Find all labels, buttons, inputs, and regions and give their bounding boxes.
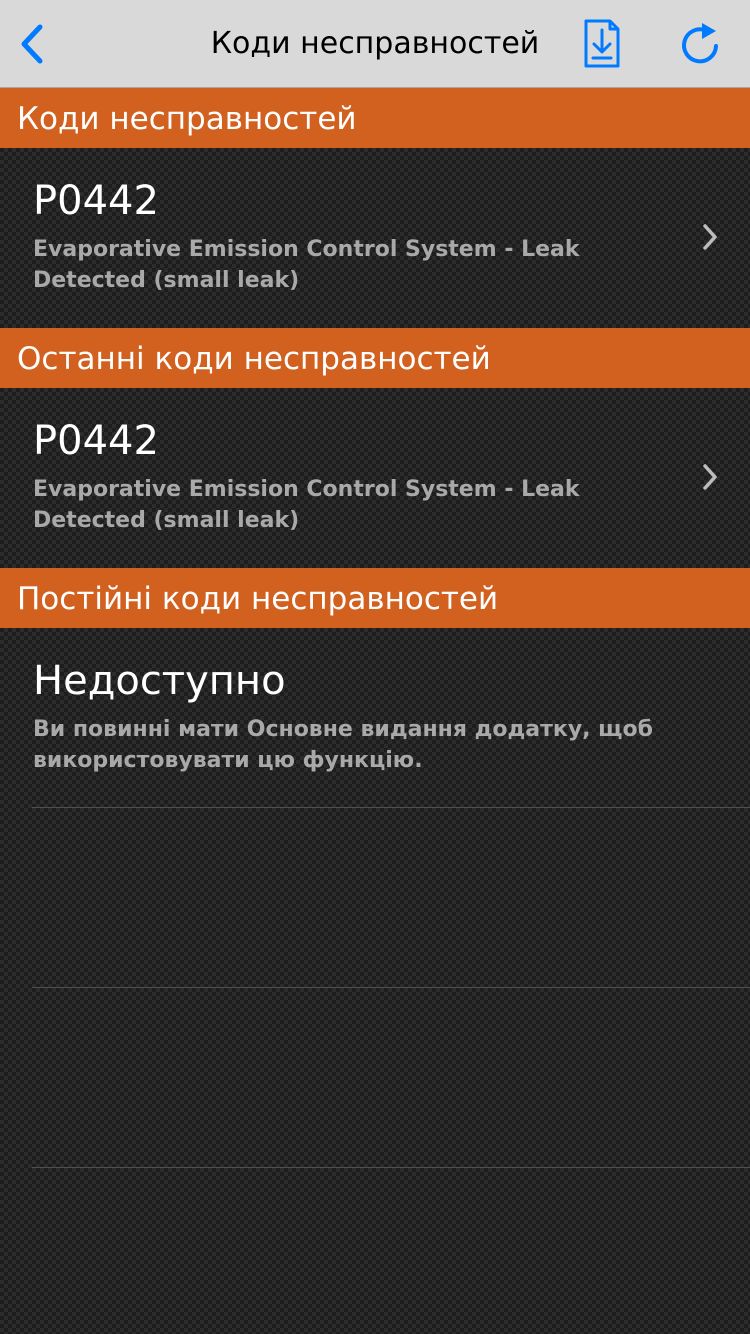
chevron-left-icon <box>21 24 43 64</box>
row-separator <box>32 807 750 808</box>
refresh-button[interactable] <box>676 20 724 68</box>
code-title: P0442 <box>33 418 159 464</box>
code-description: Evaporative Emission Control System - Le… <box>33 237 580 293</box>
code-title: P0442 <box>33 178 159 224</box>
list-item-recent-code[interactable]: P0442 Evaporative Emission Control Syste… <box>0 388 750 568</box>
row-separator <box>32 1167 750 1168</box>
section-header-fault-codes: Коди несправностей <box>0 88 750 148</box>
page-title: Коди несправностей <box>210 26 540 61</box>
section-header-recent-codes: Останні коди несправностей <box>0 328 750 388</box>
code-description: Evaporative Emission Control System - Le… <box>33 477 580 533</box>
list-item-fault-code[interactable]: P0442 Evaporative Emission Control Syste… <box>0 148 750 328</box>
section-header-permanent-codes: Постійні коди несправностей <box>0 568 750 628</box>
unavailable-title: Недоступно <box>33 658 286 704</box>
list-item-unavailable: Недоступно Ви повинні мати Основне видан… <box>0 628 750 808</box>
chevron-right-icon <box>703 464 717 490</box>
download-document-icon <box>584 19 620 68</box>
chevron-right-icon <box>703 224 717 250</box>
back-button[interactable] <box>14 22 50 66</box>
navigation-bar: Коди несправностей <box>0 0 750 88</box>
refresh-icon <box>682 23 718 64</box>
row-separator <box>32 987 750 988</box>
download-button[interactable] <box>578 18 622 70</box>
unavailable-description: Ви повинні мати Основне видання додатку,… <box>33 717 653 773</box>
